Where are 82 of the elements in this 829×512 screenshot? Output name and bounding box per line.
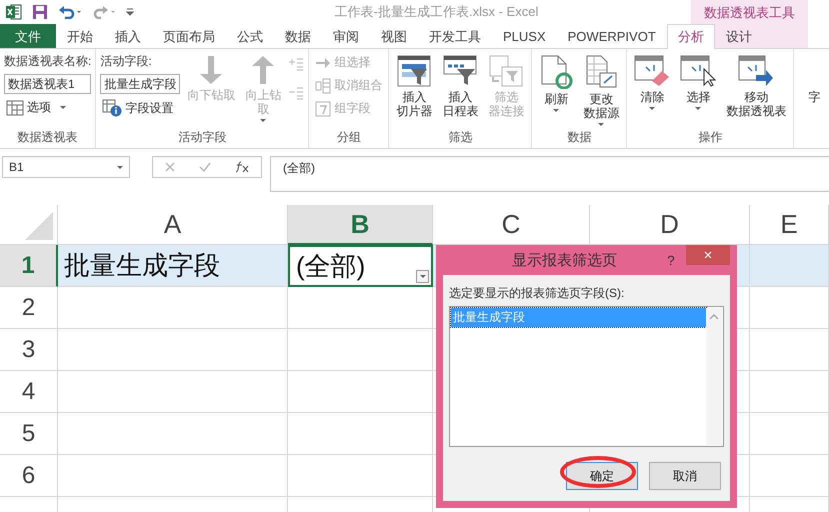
ribbon-button[interactable]: 插入 日程表 — [439, 53, 482, 120]
ribbon-tab[interactable]: 分析 — [666, 24, 715, 49]
cancel-button[interactable]: 取消 — [649, 462, 721, 490]
move-table-icon — [738, 55, 774, 87]
ribbon-button[interactable]: 选择 — [677, 53, 720, 112]
check-icon[interactable] — [199, 162, 211, 172]
row-header[interactable]: 6 — [0, 455, 58, 497]
column-header[interactable]: D — [590, 205, 750, 245]
ribbon-tab[interactable]: POWERPIVOT — [556, 24, 667, 48]
ribbon-button[interactable]: 移动 数据透视表 — [723, 53, 790, 120]
ribbon-button[interactable]: 刷新 — [536, 53, 576, 114]
ungroup-icon — [315, 78, 332, 94]
group-label: 操作 — [697, 129, 724, 146]
refresh-icon — [539, 55, 574, 89]
group-label: 分组 — [336, 129, 362, 146]
caret-icon — [117, 166, 123, 168]
column-header[interactable]: C — [433, 205, 590, 245]
context-tab-label: 数据透视表工具 — [703, 4, 796, 22]
group-label: 筛选 — [447, 129, 474, 146]
right-arrow-icon — [315, 56, 332, 70]
close-button[interactable]: × — [686, 245, 730, 265]
filter-dropdown-button[interactable] — [416, 270, 429, 283]
group-label: 数据透视表 — [16, 129, 79, 146]
redo-icon[interactable] — [92, 5, 116, 19]
row-header[interactable]: 2 — [0, 287, 58, 329]
field-caption: 数据透视表名称: — [4, 53, 92, 70]
group-label: 数据 — [566, 129, 592, 146]
group-field-icon — [315, 100, 332, 116]
column-header[interactable]: B — [288, 205, 433, 245]
undo-icon[interactable] — [58, 5, 82, 19]
help-button[interactable]: ? — [656, 252, 686, 268]
table-cell: 批量生成字段 — [58, 245, 288, 287]
ribbon-tab[interactable]: 数据 — [274, 24, 322, 48]
data-source-icon — [584, 55, 618, 89]
select-all-icon[interactable] — [25, 212, 53, 240]
ribbon-button[interactable]: 插入 切片器 — [393, 53, 436, 120]
row-header[interactable]: 1 — [0, 245, 58, 287]
field-caption: 活动字段: — [100, 53, 153, 70]
list-prompt: 选定要显示的报表筛选页字段(S): — [449, 285, 626, 302]
ribbon-button[interactable]: 更改 数据源 — [580, 53, 622, 128]
slicer-icon — [397, 55, 432, 87]
timeline-icon — [443, 55, 478, 87]
formula-field[interactable]: (全部) — [270, 156, 829, 192]
ribbon-button[interactable]: 选项 — [4, 98, 92, 117]
function-icon[interactable] — [235, 161, 249, 173]
ribbon-tab[interactable]: 设计 — [714, 24, 763, 48]
expand-field-icon — [288, 57, 304, 71]
info-sheet-icon — [102, 99, 122, 117]
dialog-title: 显示报表筛选页 — [511, 250, 618, 270]
column-header[interactable]: A — [58, 205, 288, 245]
cancel-icon[interactable] — [165, 162, 175, 172]
ribbon-tab[interactable]: 审阅 — [322, 24, 370, 48]
ribbon-tab[interactable]: 开始 — [56, 24, 104, 48]
ribbon-tab[interactable]: PLUSX — [492, 24, 557, 48]
column-header[interactable]: E — [750, 205, 829, 245]
name-box[interactable]: B1 — [2, 156, 130, 178]
eraser-icon — [634, 55, 670, 87]
excel-logo-icon[interactable] — [6, 4, 22, 20]
ribbon-tab[interactable]: 公式 — [226, 24, 274, 48]
name-input[interactable]: 数据透视表1 — [4, 74, 92, 94]
row-header[interactable]: 4 — [0, 371, 58, 413]
row-header[interactable]: 5 — [0, 413, 58, 455]
ribbon-tab[interactable]: 视图 — [370, 24, 418, 48]
name-input[interactable]: 批量生成字段 — [100, 74, 180, 94]
ribbon-button[interactable]: 字段设置 — [100, 98, 180, 118]
scroll-up-icon[interactable] — [709, 314, 719, 320]
ribbon-tab[interactable]: 插入 — [104, 24, 152, 48]
table-icon — [6, 100, 24, 116]
filter-connection-icon — [489, 55, 524, 87]
ribbon-tab[interactable]: 开发工具 — [418, 24, 492, 48]
collapse-field-icon — [288, 86, 304, 100]
ribbon-label: 字 — [808, 90, 820, 104]
ribbon-button[interactable]: 清除 — [631, 53, 674, 112]
ribbon-tab[interactable]: 文件 — [0, 24, 56, 48]
table-cell: (全部) — [288, 245, 433, 287]
ribbon-tab[interactable]: 页面布局 — [152, 24, 226, 48]
save-icon[interactable] — [32, 4, 48, 20]
window-title: 工作表-批量生成工作表.xlsx - Excel — [334, 3, 538, 21]
group-label: 活动字段 — [177, 129, 228, 146]
select-pointer-icon — [680, 55, 716, 87]
row-header[interactable]: 3 — [0, 329, 58, 371]
customize-toolbar-icon[interactable] — [126, 8, 134, 16]
